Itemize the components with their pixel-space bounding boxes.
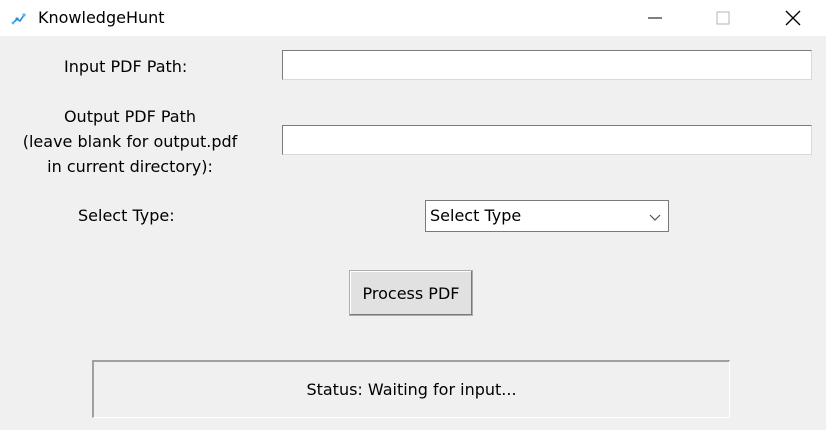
minimize-button[interactable] [632,0,678,36]
app-window: KnowledgeHunt Input PDF Path: Output PDF… [0,0,826,430]
close-icon [785,10,801,26]
output-label-line-3: in current directory): [47,157,213,176]
process-pdf-button[interactable]: Process PDF [349,270,473,316]
status-label: Status: Waiting for input... [92,360,730,418]
type-select[interactable]: Select Type [425,200,669,232]
input-pdf-path-field[interactable] [282,50,812,80]
output-label-line-2: (leave blank for output.pdf [22,132,238,151]
app-icon [8,9,28,29]
output-pdf-path-label: Output PDF Path (leave blank for output.… [10,104,250,179]
maximize-button[interactable] [700,0,746,36]
window-title: KnowledgeHunt [38,8,165,27]
minimize-icon [648,17,662,19]
input-pdf-path-label: Input PDF Path: [64,57,188,76]
type-select-value: Select Type [430,206,522,225]
maximize-icon [716,11,730,25]
select-type-label: Select Type: [78,206,175,225]
close-button[interactable] [770,0,816,36]
chevron-down-icon [649,214,661,221]
title-bar[interactable]: KnowledgeHunt [0,0,826,36]
output-pdf-path-field[interactable] [282,125,812,155]
output-label-line-1: Output PDF Path [63,107,197,126]
